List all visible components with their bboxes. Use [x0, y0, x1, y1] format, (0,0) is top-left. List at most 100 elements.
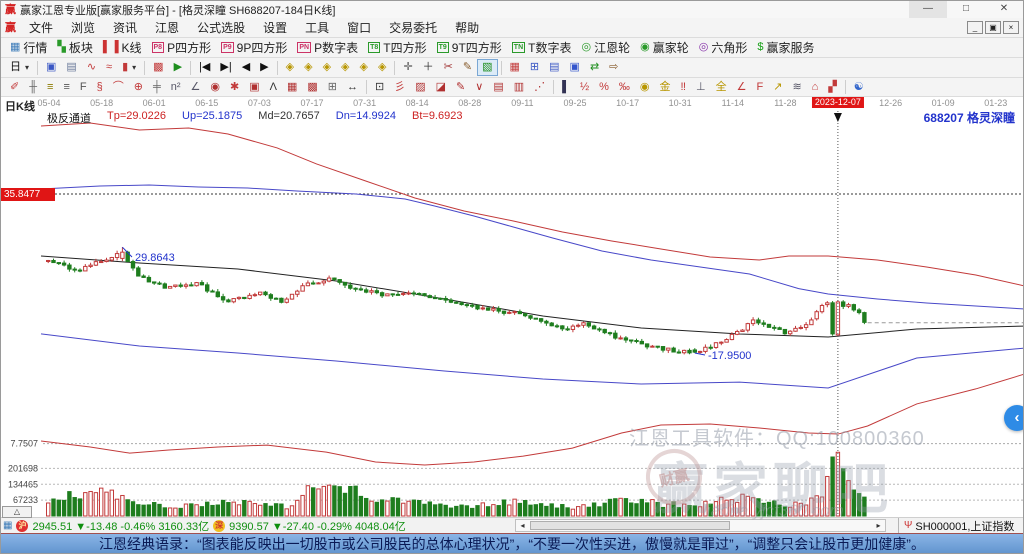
current-symbol-panel[interactable]: Ψ SH000001,上证指数	[898, 518, 1023, 533]
tool-gann-wave-tool-button[interactable]: ◈	[373, 59, 391, 76]
tool-window-layout-button[interactable]: ▣	[41, 59, 61, 76]
tool-hand-tool-button[interactable]: ✛	[398, 59, 417, 76]
draw-region-tool-button[interactable]: ▞	[823, 79, 841, 96]
tool-nav-first-button[interactable]: |◀	[194, 59, 215, 76]
menu-file[interactable]: 文件	[20, 21, 62, 35]
toolbar-t9-square-button[interactable]: T9 9T四方形	[432, 39, 507, 56]
draw-wave-steps-button[interactable]: ≋	[787, 79, 806, 96]
draw-taiji-button[interactable]: ☯	[849, 79, 869, 96]
mdi-restore-button[interactable]: ▣	[985, 21, 1001, 34]
tool-save-data-button[interactable]: ▣	[565, 59, 585, 76]
close-button[interactable]: ✕	[985, 1, 1023, 18]
menu-window[interactable]: 窗口	[338, 21, 380, 35]
toolbar-winner-service-button[interactable]: $ 赢家服务	[752, 39, 819, 56]
toolbar-p-number-table-button[interactable]: PN P数字表	[292, 39, 363, 56]
collapse-panel-button[interactable]: ‹	[1004, 405, 1023, 431]
tool-calculator-button[interactable]: ⊞	[525, 59, 544, 76]
tool-kline-overlay-button[interactable]: ▩	[148, 59, 168, 76]
draw-price-ruler-button[interactable]: ≡	[42, 79, 58, 96]
tool-period-day-button[interactable]: 日 ▾	[5, 59, 34, 76]
tool-quote-board-button[interactable]: ▤	[61, 59, 81, 76]
draw-bars-count-button[interactable]: ╪	[148, 79, 166, 96]
scrollbar-thumb[interactable]	[530, 521, 730, 530]
draw-time-ruler-button[interactable]: ≡	[58, 79, 74, 96]
tab-daily-kline[interactable]: 日K线	[5, 98, 35, 114]
draw-permille-tool-button[interactable]: ‰	[614, 79, 635, 96]
draw-dense-grid-button[interactable]: ▥	[509, 79, 529, 96]
horizontal-scrollbar[interactable]: ◂ ▸	[515, 519, 886, 532]
draw-balance-tool-button[interactable]: ⊥	[691, 79, 711, 96]
draw-red-angle-button[interactable]: ∠	[732, 79, 752, 96]
tool-gann-circle-tool-button[interactable]: ◈	[336, 59, 354, 76]
menu-news[interactable]: 资讯	[104, 21, 146, 35]
tool-flag-mark-button[interactable]: ▶	[169, 59, 187, 76]
tool-gann-grid-tool-button[interactable]: ◈	[355, 59, 373, 76]
draw-gold-section-button[interactable]: 金	[655, 79, 676, 96]
draw-wide-grid-button[interactable]: ⊞	[323, 79, 342, 96]
draw-check-wave-button[interactable]: ∨	[470, 79, 488, 96]
draw-box-select-button[interactable]: ⊡	[370, 79, 389, 96]
mdi-minimize-button[interactable]: _	[967, 21, 983, 34]
tool-candle-style-button[interactable]: ▮ ▾	[117, 59, 141, 76]
draw-roof-tool-button[interactable]: ⌂	[807, 79, 824, 96]
tool-save-template-button[interactable]: ▤	[544, 59, 564, 76]
tool-gann-box-tool-button[interactable]: ◈	[318, 59, 336, 76]
draw-ray-fan-button[interactable]: 彡	[389, 79, 410, 96]
tool-trend-small-button[interactable]: ∿	[82, 59, 101, 76]
tool-calendar-button[interactable]: ▦	[505, 59, 525, 76]
tool-nav-prev-button[interactable]: ◀	[237, 59, 255, 76]
tool-note-tool-button[interactable]: ✎	[458, 59, 477, 76]
menu-trade-entrust[interactable]: 交易委托	[380, 21, 446, 35]
draw-photo-box-button[interactable]: ▣	[244, 79, 264, 96]
tool-trend-multi-button[interactable]: ≈	[101, 59, 117, 76]
toolbar-gann-wheel-button[interactable]: ◎ 江恩轮	[576, 39, 635, 56]
draw-peak-tool-button[interactable]: Λ	[265, 79, 282, 96]
toolbar-sectors-button[interactable]: ▚ 板块	[52, 39, 97, 56]
menu-tools[interactable]: 工具	[296, 21, 338, 35]
draw-half-percent-button[interactable]: ½	[575, 79, 594, 96]
scroll-left-arrow-icon[interactable]: ◂	[516, 520, 529, 531]
draw-star-tool-button[interactable]: ✱	[225, 79, 244, 96]
draw-spiral-tool-button[interactable]: §	[92, 79, 108, 96]
tool-crosshair-tool-button[interactable]: ＋	[418, 59, 439, 76]
draw-column-tool-button[interactable]: ▌	[557, 79, 575, 96]
draw-pencil-tool-button[interactable]: ✐	[5, 79, 24, 96]
tool-chart-lines-button[interactable]: ▧	[477, 59, 498, 76]
tool-gann-square-tool-button[interactable]: ◈	[281, 59, 299, 76]
draw-table-grid-button[interactable]: ▤	[488, 79, 508, 96]
draw-arc-tool-button[interactable]: ⌒	[108, 79, 129, 96]
toolbar-p-square-button[interactable]: P8 P四方形	[147, 39, 217, 56]
draw-corner-shade-button[interactable]: ◪	[431, 79, 451, 96]
draw-gann-grid-dense-button[interactable]: ▩	[302, 79, 322, 96]
draw-grid-tool-button[interactable]: ╫	[24, 79, 42, 96]
menu-settings[interactable]: 设置	[254, 21, 296, 35]
toolbar-t-number-table-button[interactable]: TN T数字表	[507, 39, 577, 56]
tool-nav-next-button[interactable]: ▶	[255, 59, 273, 76]
draw-f-levels-button[interactable]: F	[75, 79, 92, 96]
draw-parallel-lines-button[interactable]: ⋰	[529, 79, 550, 96]
toolbar-hexagon-button[interactable]: ◎ 六角形	[694, 39, 753, 56]
draw-circle-tool-button[interactable]: ⊕	[129, 79, 148, 96]
draw-alert-tool-button[interactable]: ‼	[676, 79, 692, 96]
toolbar-quotes-button[interactable]: ▦ 行情	[5, 39, 52, 56]
menu-gann[interactable]: 江恩	[146, 21, 188, 35]
scroll-right-arrow-icon[interactable]: ▸	[872, 520, 885, 531]
draw-full-section-button[interactable]: 全	[711, 79, 732, 96]
tool-gann-fan-tool-button[interactable]: ◈	[299, 59, 317, 76]
draw-angle-tool-button[interactable]: ∠	[186, 79, 206, 96]
volume-pane-toggle-button[interactable]: △	[2, 506, 32, 518]
tool-data-import-button[interactable]: ⇨	[604, 59, 623, 76]
draw-shade-box-button[interactable]: ▨	[410, 79, 430, 96]
kline-chart-canvas[interactable]: 201698 134465 67233 7.7507 29.8643 -17.9500	[1, 97, 1024, 517]
tool-nav-last-button[interactable]: ▶|	[215, 59, 236, 76]
quotes-grid-icon[interactable]: ▦	[3, 520, 12, 531]
tool-cut-tool-button[interactable]: ✂	[439, 59, 458, 76]
draw-gold-circle-button[interactable]: ◉	[635, 79, 655, 96]
draw-gann-grid-button[interactable]: ▦	[282, 79, 302, 96]
toolbar-kline-button[interactable]: ▌▐ K线	[98, 39, 147, 56]
menu-help[interactable]: 帮助	[446, 21, 488, 35]
draw-angle-pencil-button[interactable]: ✎	[451, 79, 470, 96]
tool-data-export-button[interactable]: ⇄	[585, 59, 604, 76]
draw-target-tool-button[interactable]: ◉	[205, 79, 225, 96]
toolbar-winner-wheel-button[interactable]: ◉ 赢家轮	[635, 39, 694, 56]
